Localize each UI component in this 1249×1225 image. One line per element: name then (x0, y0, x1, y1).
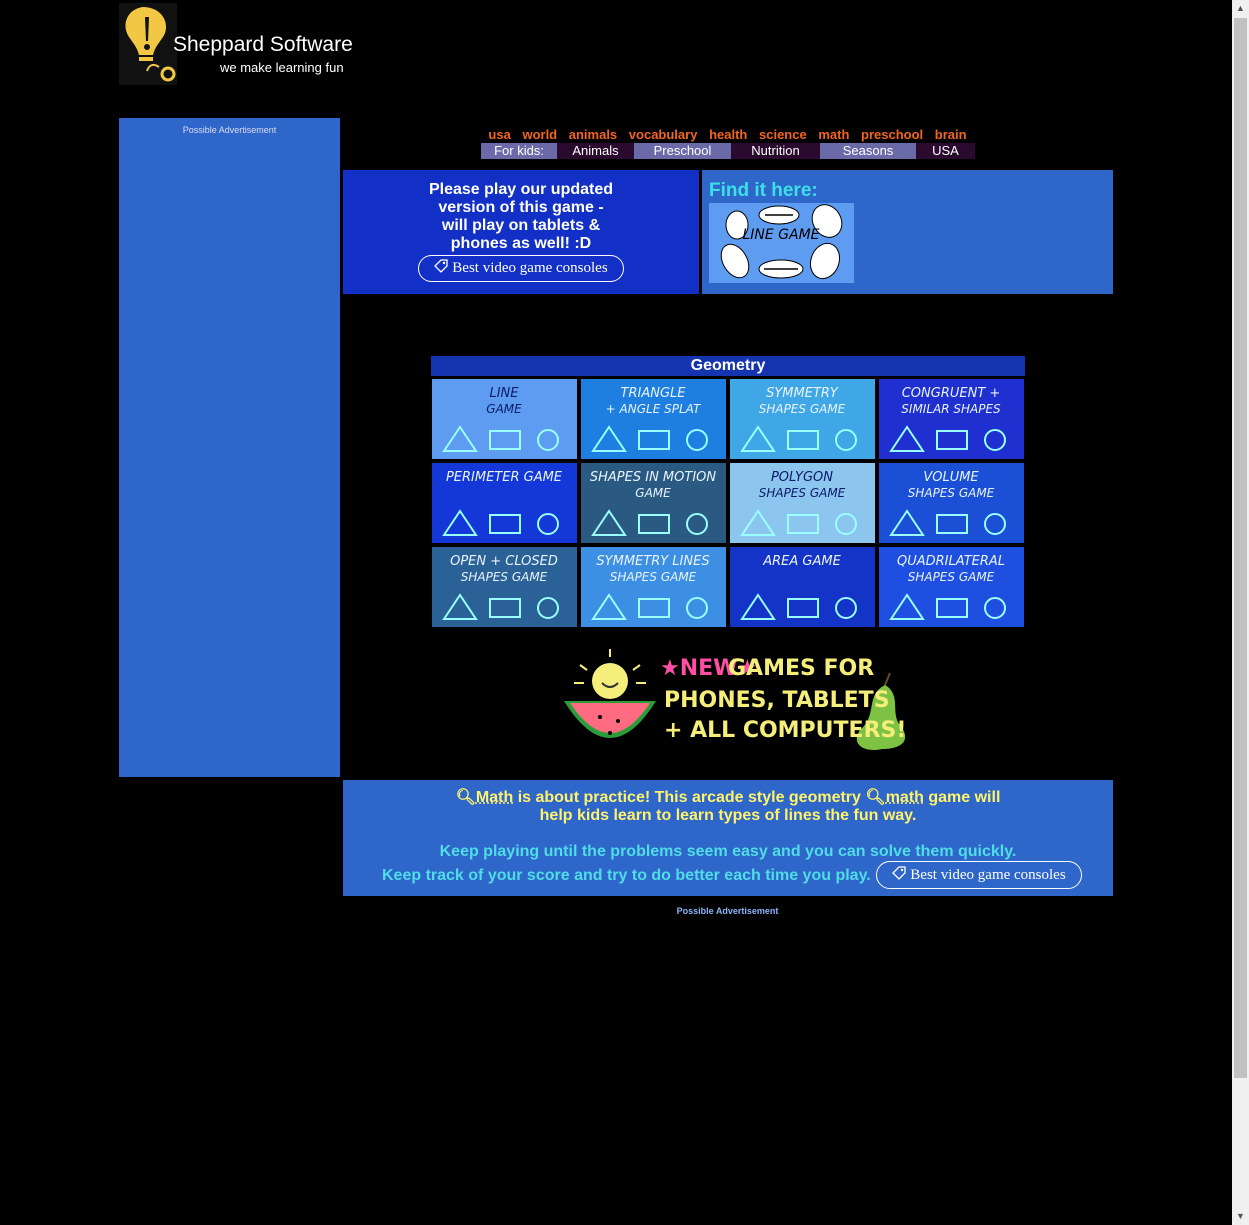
best-consoles-button[interactable]: Best video game consoles (418, 255, 624, 282)
scroll-up-arrow-icon[interactable]: ▲ (1232, 0, 1249, 17)
tag-icon (434, 259, 448, 278)
tile-title: SYMMETRY LINES (596, 554, 709, 569)
kids-nav-preschool[interactable]: Preschool (634, 143, 731, 159)
nav-link-world[interactable]: world (522, 127, 557, 142)
tile-symmetry-shapes-game[interactable]: SYMMETRY SHAPES GAME (730, 379, 875, 459)
tile-area-game[interactable]: AREA GAME (730, 547, 875, 627)
tile-title: OPEN + CLOSED (450, 554, 558, 569)
tile-title: TRIANGLE (621, 386, 687, 401)
tile-subtitle: SHAPES GAME (908, 570, 995, 584)
best-consoles-button[interactable]: Best video game consoles (876, 861, 1082, 889)
tile-subtitle: SHAPES GAME (908, 486, 995, 500)
tile-subtitle: SHAPES GAME (759, 486, 846, 500)
nav-link-usa[interactable]: usa (488, 127, 510, 142)
magnifier-icon: 🔍︎ (455, 789, 476, 806)
magnifier-icon: 🔍︎ (865, 789, 886, 806)
nav-link-brain[interactable]: brain (935, 127, 967, 142)
newgames-line3: + ALL COMPUTERS! (664, 718, 906, 743)
tile-title: CONGRUENT + (902, 386, 1001, 401)
tile-title: AREA GAME (762, 554, 841, 569)
update-line: version of this game - (438, 199, 604, 216)
tile-subtitle: SHAPES GAME (610, 570, 697, 584)
tile-volume-shapes-game[interactable]: VOLUME SHAPES GAME (879, 463, 1024, 543)
find-it-here-label: Find it here: (709, 180, 818, 201)
description-text: is about practice! This arcade style geo… (513, 789, 866, 806)
kids-nav-nutrition[interactable]: Nutrition (731, 143, 820, 159)
tag-icon (892, 865, 906, 885)
nav-link-science[interactable]: science (759, 127, 807, 142)
tile-perimeter-game[interactable]: PERIMETER GAME (432, 463, 577, 543)
tile-quadrilateral-shapes-game[interactable]: QUADRILATERAL SHAPES GAME (879, 547, 1024, 627)
math-keyword-link[interactable]: Math (476, 789, 513, 806)
find-it-here-panel: Find it here: LINE GAME (702, 170, 1113, 294)
top-subject-nav: usa world animals vocabulary health scie… (480, 127, 975, 143)
kids-nav-usa[interactable]: USA (916, 143, 975, 159)
newgames-line2: PHONES, TABLETS (664, 688, 890, 713)
nav-link-math[interactable]: math (818, 127, 849, 142)
nav-link-preschool[interactable]: preschool (861, 127, 923, 142)
tile-subtitle: + ANGLE SPLAT (606, 402, 702, 416)
nav-link-health[interactable]: health (709, 127, 747, 142)
updated-version-notice: Please play our updated version of this … (343, 170, 699, 294)
kids-nav: For kids: Animals Preschool Nutrition Se… (481, 143, 975, 159)
logo-brand-name: Sheppard Software (173, 33, 353, 56)
newgames-line1: GAMES FOR (728, 656, 874, 681)
nav-link-animals[interactable]: animals (569, 127, 617, 142)
geometry-section-header: Geometry (431, 356, 1025, 376)
tile-title: QUADRILATERAL (897, 554, 1005, 569)
math-keyword-link[interactable]: math (886, 789, 924, 806)
scroll-down-arrow-icon[interactable]: ▼ (1232, 1208, 1249, 1225)
tile-shapes-in-motion-game[interactable]: SHAPES IN MOTION GAME (581, 463, 726, 543)
best-consoles-label: Best video game consoles (910, 866, 1066, 883)
update-line: phones as well! :D (450, 235, 592, 252)
tile-symmetry-lines-game[interactable]: SYMMETRY LINES SHAPES GAME (581, 547, 726, 627)
tile-subtitle: SIMILAR SHAPES (901, 402, 1001, 416)
kids-nav-animals[interactable]: Animals (557, 143, 634, 159)
description-text: help kids learn to learn types of lines … (539, 807, 917, 824)
nav-link-vocabulary[interactable]: vocabulary (629, 127, 698, 142)
tile-open-closed-shapes-game[interactable]: OPEN + CLOSED SHAPES GAME (432, 547, 577, 627)
tile-title: SHAPES IN MOTION (590, 470, 717, 485)
tip-text: Keep track of your score and try to do b… (382, 867, 871, 884)
tile-subtitle: GAME (635, 486, 671, 500)
tile-polygon-shapes-game[interactable]: POLYGON SHAPES GAME (730, 463, 875, 543)
kids-nav-seasons[interactable]: Seasons (820, 143, 916, 159)
description-text: game will (923, 789, 1001, 806)
thumb-title: LINE GAME (742, 227, 819, 243)
advertisement-label: Possible Advertisement (182, 125, 277, 135)
line-game-link-thumbnail[interactable]: LINE GAME (709, 203, 854, 283)
game-description-panel: 🔍︎Math is about practice! This arcade st… (343, 780, 1113, 896)
tile-title: PERIMETER GAME (446, 470, 563, 485)
tip-text: Keep playing until the problems seem eas… (439, 843, 1017, 860)
logo-tagline: we make learning fun (220, 60, 344, 75)
bottom-advertisement-label[interactable]: Possible Advertisement (640, 906, 815, 916)
tile-title: SYMMETRY (766, 386, 839, 401)
tile-subtitle: SHAPES GAME (759, 402, 846, 416)
tile-subtitle: SHAPES GAME (461, 570, 548, 584)
update-message: Please play our updated version of this … (343, 181, 699, 253)
tile-line-game[interactable]: LINE GAME (432, 379, 577, 459)
best-consoles-label: Best video game consoles (452, 260, 608, 276)
description-paragraph: 🔍︎Math is about practice! This arcade st… (343, 789, 1113, 825)
lightbulb-logo-icon (119, 3, 177, 85)
tile-title: LINE (489, 386, 519, 401)
new-games-banner[interactable]: ★NEW★ GAMES FOR PHONES, TABLETS + ALL CO… (560, 645, 910, 753)
tile-subtitle: GAME (486, 402, 522, 416)
site-logo[interactable]: Sheppard Software we make learning fun (119, 3, 359, 85)
tile-triangle-angle-splat[interactable]: TRIANGLE + ANGLE SPLAT (581, 379, 726, 459)
left-advertisement[interactable]: Possible Advertisement (119, 118, 340, 777)
update-line: will play on tablets & (441, 217, 601, 234)
tile-title: VOLUME (923, 470, 979, 485)
tile-title: POLYGON (771, 470, 833, 485)
kids-nav-label: For kids: (481, 143, 557, 159)
tile-congruent-similar-shapes[interactable]: CONGRUENT + SIMILAR SHAPES (879, 379, 1024, 459)
update-line: Please play our updated (428, 181, 614, 198)
scrollbar-thumb[interactable] (1234, 18, 1247, 1078)
